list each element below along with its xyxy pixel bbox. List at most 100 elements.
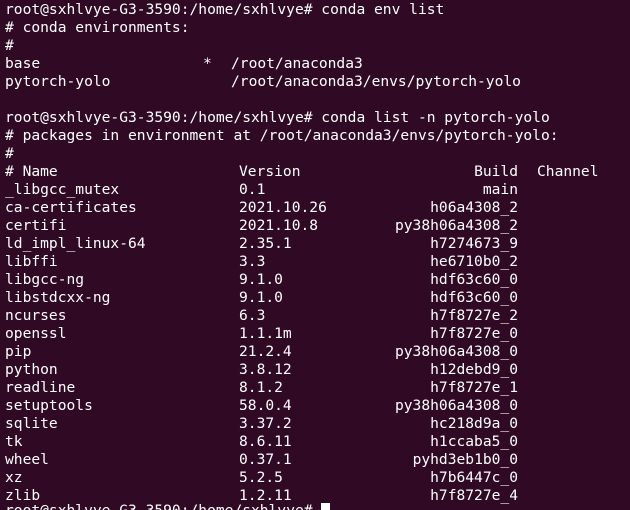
package-build: h7274673_9 [430, 235, 518, 252]
column-header-build: Build [474, 163, 518, 180]
package-channel [518, 379, 617, 397]
package-row: ncurses 6.3 h7f8727e_2 [5, 307, 630, 325]
package-version: 6.3 [239, 307, 266, 324]
package-build: h06a4308_2 [430, 199, 518, 216]
package-name: sqlite [5, 415, 58, 432]
package-build: py38h06a4308_2 [394, 217, 518, 234]
package-channel [518, 199, 617, 217]
package-name: libgcc-ng [5, 271, 85, 288]
package-version: 9.1.0 [239, 289, 283, 306]
package-version: 0.37.1 [239, 451, 292, 468]
env-path: /root/anaconda3 [231, 55, 363, 72]
package-version: 3.8.12 [239, 361, 292, 378]
package-build: hdf63c60_0 [430, 271, 518, 288]
terminal-window[interactable]: root@sxhlvye-G3-3590:/home/sxhlvye# cond… [0, 0, 630, 510]
env-list-header: # conda environments: [5, 19, 190, 36]
package-build: h7f8727e_2 [430, 307, 518, 324]
package-build: h7f8727e_0 [430, 325, 518, 342]
package-channel [518, 415, 617, 433]
env-name: base [5, 55, 41, 72]
package-row: pip 21.2.4 py38h06a4308_0 [5, 343, 630, 361]
package-build: hdf63c60_0 [430, 289, 518, 306]
package-rows: _libgcc_mutex 0.1 main ca-certificates 2021.… [5, 181, 630, 505]
package-name: setuptools [5, 397, 93, 414]
package-version: 3.3 [239, 253, 266, 270]
command-line-conda-list: root@sxhlvye-G3-3590:/home/sxhlvye# cond… [5, 109, 550, 126]
package-version: 2021.10.8 [239, 217, 319, 234]
package-list-header: # packages in environment at /root/anaco… [5, 127, 559, 144]
package-channel [518, 253, 617, 271]
package-row: libstdcxx-ng 9.1.0 hdf63c60_0 [5, 289, 630, 307]
package-row: libgcc-ng 9.1.0 hdf63c60_0 [5, 271, 630, 289]
env-row: pytorch-yolo/root/anaconda3/envs/pytorch… [5, 73, 630, 91]
package-name: wheel [5, 451, 49, 468]
env-list-hash: # [5, 37, 14, 54]
package-channel [518, 289, 617, 307]
package-row: libffi 3.3 he6710b0_2 [5, 253, 630, 271]
package-version: 3.37.2 [239, 415, 292, 432]
package-column-headers: # Name Version Build Channel [5, 163, 630, 181]
package-build: he6710b0_2 [430, 253, 518, 270]
package-channel [518, 271, 617, 289]
package-version: 58.0.4 [239, 397, 292, 414]
package-row: ld_impl_linux-64 2.35.1 h7274673_9 [5, 235, 630, 253]
package-channel [518, 433, 617, 451]
package-row: xz 5.2.5 h7b6447c_0 [5, 469, 630, 487]
package-version: 1.1.1m [239, 325, 292, 342]
package-channel [518, 343, 617, 361]
package-name: xz [5, 469, 23, 486]
text-cursor [321, 503, 331, 510]
package-name: libstdcxx-ng [5, 289, 111, 306]
package-build: h7f8727e_1 [430, 379, 518, 396]
package-build: h7b6447c_0 [430, 469, 518, 486]
env-row: base * /root/anaconda3 [5, 55, 630, 73]
package-build: hc218d9a_0 [430, 415, 518, 432]
package-name: libffi [5, 253, 58, 270]
package-name: ld_impl_linux-64 [5, 235, 146, 252]
package-version: 2.35.1 [239, 235, 292, 252]
package-row: certifi 2021.10.8 py38h06a4308_2 [5, 217, 630, 235]
package-build: py38h06a4308_0 [394, 343, 518, 360]
package-row: openssl 1.1.1m h7f8727e_0 [5, 325, 630, 343]
package-name: ca-certificates [5, 199, 137, 216]
package-row: _libgcc_mutex 0.1 main [5, 181, 630, 199]
package-name: certifi [5, 217, 67, 234]
package-name: readline [5, 379, 76, 396]
package-row: ca-certificates 2021.10.26 h06a4308_2 [5, 199, 630, 217]
package-build: h12debd9_0 [430, 361, 518, 378]
package-channel [518, 397, 617, 415]
package-channel [518, 469, 617, 487]
package-version: 0.1 [239, 181, 266, 198]
package-build: main [482, 181, 518, 198]
package-channel [518, 487, 617, 505]
prompt-partial: root@sxhlvye-G3-3590:/home/sxhlvye# [5, 502, 321, 510]
package-row: readline 8.1.2 h7f8727e_1 [5, 379, 630, 397]
package-build: h1ccaba5_0 [430, 433, 518, 450]
package-channel [518, 307, 617, 325]
command-line-env-list: root@sxhlvye-G3-3590:/home/sxhlvye# cond… [5, 1, 445, 18]
package-list-hash: # [5, 145, 14, 162]
package-version: 21.2.4 [239, 343, 292, 360]
package-channel [518, 181, 617, 199]
package-channel [518, 217, 617, 235]
column-header-version: Version [239, 163, 301, 180]
package-name: openssl [5, 325, 67, 342]
package-channel [518, 235, 617, 253]
package-row: tk 8.6.11 h1ccaba5_0 [5, 433, 630, 451]
package-name: tk [5, 433, 23, 450]
package-row: setuptools 58.0.4 py38h06a4308_0 [5, 397, 630, 415]
package-channel [518, 451, 617, 469]
env-active-marker: * [203, 55, 212, 72]
package-name: python [5, 361, 58, 378]
package-row: sqlite 3.37.2 hc218d9a_0 [5, 415, 630, 433]
package-row: python 3.8.12 h12debd9_0 [5, 361, 630, 379]
package-build: pyhd3eb1b0_0 [412, 451, 518, 468]
column-header-name: # Name [5, 163, 58, 180]
package-version: 8.6.11 [239, 433, 292, 450]
package-row: wheel 0.37.1 pyhd3eb1b0_0 [5, 451, 630, 469]
partial-prompt-line: root@sxhlvye-G3-3590:/home/sxhlvye# [5, 502, 331, 510]
package-build: h7f8727e_4 [430, 487, 518, 504]
package-channel [518, 325, 617, 343]
package-version: 9.1.0 [239, 271, 283, 288]
